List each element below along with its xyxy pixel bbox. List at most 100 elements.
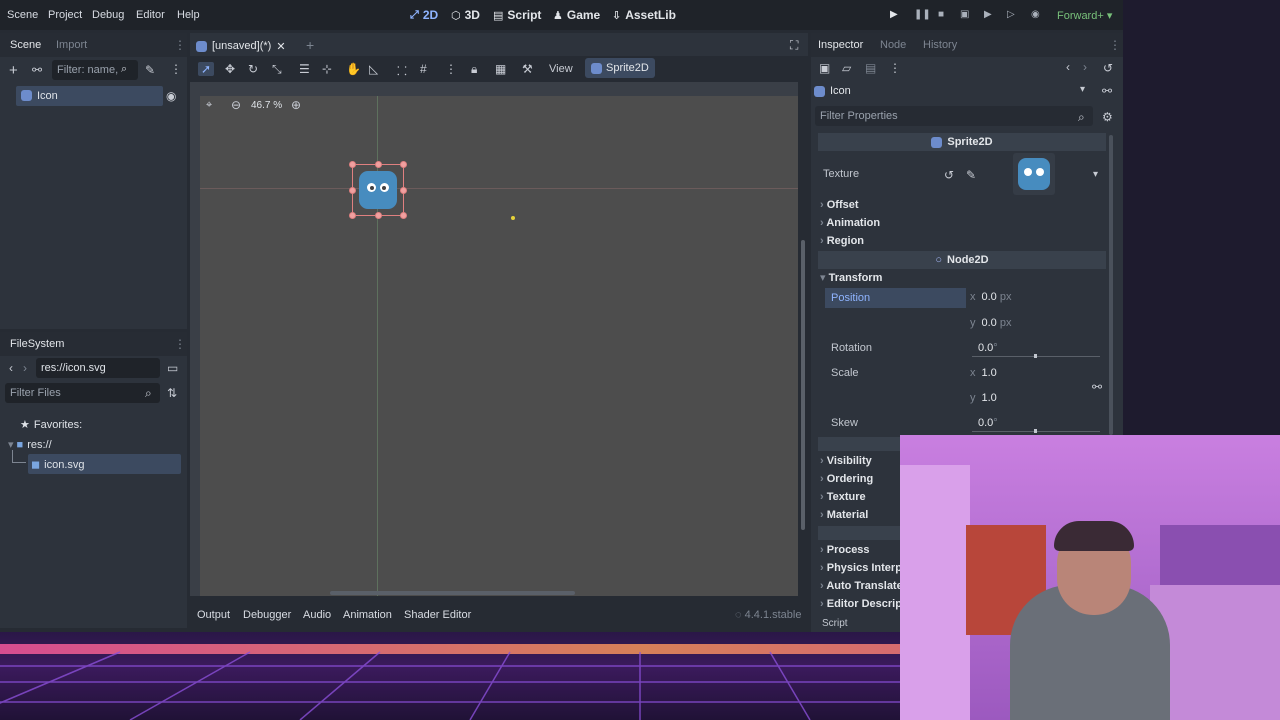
group-material[interactable]: › Material (820, 509, 868, 521)
position-x-field[interactable]: x 0.0 px (970, 291, 1011, 303)
tree-item-icon[interactable]: Icon (16, 86, 163, 106)
tab-audio[interactable]: Audio (303, 609, 331, 621)
handle-top-left[interactable] (349, 161, 356, 168)
fs-path-field[interactable]: res://icon.svg (36, 358, 160, 378)
zoom-out-icon[interactable]: ⊖ (231, 98, 241, 112)
group-ordering[interactable]: › Ordering (820, 473, 873, 485)
handle-bottom[interactable] (375, 212, 382, 219)
select-mode-icon[interactable]: ➚ (198, 62, 215, 76)
fs-item-favorites[interactable]: ★ Favorites: (20, 414, 180, 434)
skew-slider-grabber[interactable] (1034, 429, 1037, 433)
history-forward-icon[interactable]: › (1083, 60, 1087, 74)
back-icon[interactable]: ‹ (9, 361, 13, 375)
tab-import[interactable]: Import (56, 39, 87, 51)
new-scene-tab-icon[interactable]: + (306, 37, 314, 53)
smart-snap-icon[interactable]: ⸬ (397, 62, 407, 79)
group-auto-translate[interactable]: › Auto Translate (820, 580, 903, 592)
bone-icon[interactable]: ⚒ (522, 62, 533, 76)
menu-debug[interactable]: Debug (92, 9, 124, 21)
handle-top[interactable] (375, 161, 382, 168)
pause-icon[interactable]: ❚❚ (914, 9, 931, 20)
forward-icon[interactable]: › (23, 361, 27, 375)
dock-menu-icon[interactable]: ⋮ (174, 38, 186, 52)
tab-filesystem[interactable]: FileSystem (10, 338, 64, 350)
position-y-field[interactable]: y 0.0 px (970, 317, 1011, 329)
snap-options-icon[interactable]: ⋮ (445, 62, 457, 76)
object-docs-icon[interactable]: ⚯ (1102, 84, 1112, 98)
tab-shader-editor[interactable]: Shader Editor (404, 609, 471, 621)
ruler-mode-icon[interactable]: ◺ (369, 62, 378, 76)
workspace-script-button[interactable]: ▤ Script (493, 8, 541, 22)
fs-item-icon-svg[interactable]: ◼ icon.svg (28, 454, 181, 474)
play-icon[interactable]: ▶ (890, 9, 898, 20)
object-dropdown-icon[interactable]: ▾ (1080, 84, 1085, 95)
menu-help[interactable]: Help (177, 9, 200, 21)
list-select-icon[interactable]: ☰ (299, 62, 310, 76)
sprite2d-menu-button[interactable]: Sprite2D (585, 58, 655, 78)
renderer-select[interactable]: Forward+ ▾ (1057, 9, 1112, 22)
inspector-menu-icon[interactable]: ⋮ (1109, 38, 1121, 52)
horizontal-scrollbar[interactable] (330, 591, 575, 595)
group-region[interactable]: › Region (820, 235, 864, 247)
tab-history[interactable]: History (923, 39, 957, 51)
script-attach-icon[interactable]: ✎ (145, 63, 155, 77)
fs-item-res[interactable]: ▾ ■ res:// (8, 434, 180, 454)
inspector-filter-input[interactable]: Filter Properties (815, 106, 1093, 126)
canvas-viewport[interactable]: ⌖ ⊖ 46.7 % ⊕ (200, 96, 798, 596)
link-icon[interactable]: ⚯ (32, 63, 42, 77)
group-texture[interactable]: › Texture (820, 491, 866, 503)
workspace-3d-button[interactable]: ⬡ 3D (451, 8, 480, 22)
vertical-scrollbar[interactable] (801, 240, 805, 530)
remote-debug-icon[interactable]: ▣ (960, 9, 969, 20)
menu-project[interactable]: Project (48, 9, 82, 21)
rotation-field[interactable]: 0.0° (978, 342, 998, 354)
workspace-game-button[interactable]: ♟ Game (553, 8, 600, 22)
pivot-icon[interactable]: ⊹ (322, 62, 332, 76)
workspace-assetlib-button[interactable]: ⇩ AssetLib (612, 8, 676, 22)
tab-output[interactable]: Output (197, 609, 230, 621)
menu-editor[interactable]: Editor (136, 9, 165, 21)
fs-menu-icon[interactable]: ⋮ (174, 337, 186, 351)
scale-y-field[interactable]: y 1.0 (970, 392, 997, 404)
group-icon[interactable]: ▦ (495, 62, 506, 76)
revert-icon[interactable]: ↺ (944, 168, 954, 182)
tab-node[interactable]: Node (880, 39, 906, 51)
stop-icon[interactable]: ■ (938, 9, 944, 20)
inspector-scrollbar[interactable] (1109, 135, 1113, 435)
zoom-in-icon[interactable]: ⊕ (291, 98, 301, 112)
pan-mode-icon[interactable]: ✋ (346, 62, 361, 76)
move-mode-icon[interactable]: ✥ (225, 62, 235, 76)
group-transform[interactable]: ▾ Transform (820, 271, 882, 284)
handle-bottom-left[interactable] (349, 212, 356, 219)
scale-mode-icon[interactable]: ⤡ (272, 62, 282, 77)
group-visibility[interactable]: › Visibility (820, 455, 872, 467)
edit-texture-icon[interactable]: ✎ (966, 168, 976, 182)
group-process[interactable]: › Process (820, 544, 870, 556)
object-history-icon[interactable]: ↺ (1103, 61, 1113, 75)
texture-dropdown-icon[interactable]: ▾ (1093, 169, 1098, 180)
sprite-selection-box[interactable] (349, 161, 407, 219)
new-resource-icon[interactable]: ▣ (819, 61, 830, 75)
movie-icon[interactable]: ◉ (1031, 9, 1040, 20)
split-view-icon[interactable]: ▭ (167, 361, 178, 375)
tab-inspector[interactable]: Inspector (818, 39, 863, 51)
workspace-2d-button[interactable]: ⤢ 2D (410, 8, 438, 22)
object-selector[interactable]: Icon (814, 82, 1094, 100)
group-offset[interactable]: › Offset (820, 199, 859, 211)
skew-field[interactable]: 0.0° (978, 417, 998, 429)
handle-left[interactable] (349, 187, 356, 194)
lock-icon[interactable]: 🔒︎ (471, 62, 477, 77)
extra-options-icon[interactable]: ⋮ (889, 61, 901, 75)
rotation-slider-grabber[interactable] (1034, 354, 1037, 358)
view-menu-button[interactable]: View (549, 63, 573, 75)
scene-menu-icon[interactable]: ⋮ (170, 62, 182, 76)
texture-preview[interactable] (1013, 153, 1055, 195)
handle-bottom-right[interactable] (400, 212, 407, 219)
play-custom-icon[interactable]: ▷ (1007, 9, 1015, 20)
link-scale-icon[interactable]: ⚯ (1092, 380, 1102, 394)
visibility-eye-icon[interactable]: ◉ (166, 89, 176, 103)
distraction-free-icon[interactable]: ⛶ (790, 38, 798, 53)
inspector-settings-icon[interactable]: ⚙ (1102, 110, 1113, 124)
open-folder-icon[interactable]: ▱ (842, 61, 851, 75)
sort-icon[interactable]: ⇅ (167, 386, 177, 400)
